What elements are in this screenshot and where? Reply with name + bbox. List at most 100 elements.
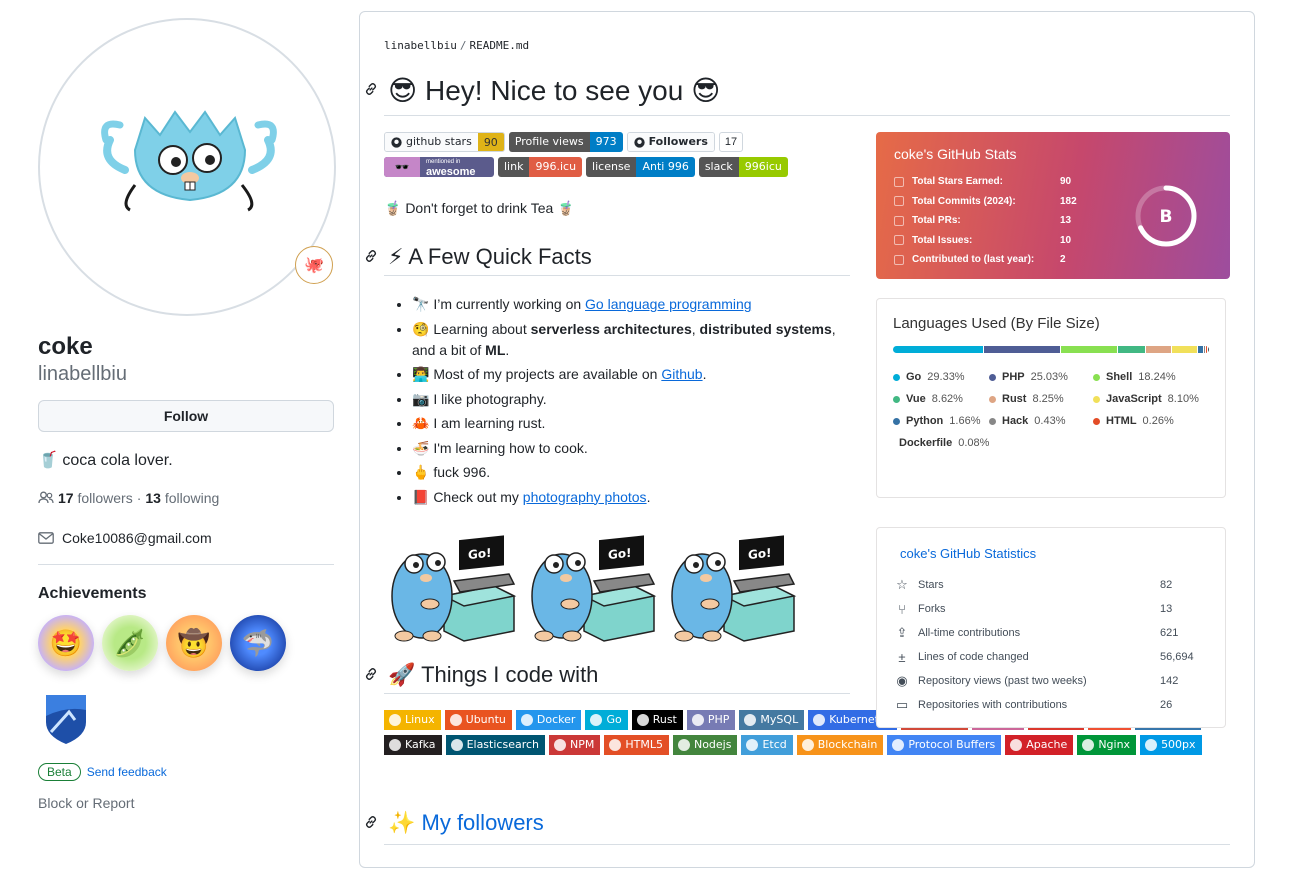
heading-anchor-icon[interactable] [364,249,380,266]
code-heading-text: 🚀 Things I code with [388,662,599,687]
tech-logo-icon [520,714,533,726]
following-link[interactable]: 13 following [145,490,219,506]
list-item: 🖕 fuck 996. [412,462,852,483]
tech-badge[interactable]: Apache [1005,735,1074,755]
mentioned-in-awesome-badge[interactable]: 🕶️ mentioned in awesome [384,157,494,177]
tech-logo-icon [590,714,603,726]
achievement-pair-extraordinaire-icon[interactable]: 🫛 [102,615,158,671]
go-programming-link[interactable]: Go language programming [585,296,752,312]
status-emoji[interactable]: 🐙 [295,246,333,284]
github-link[interactable]: Github [661,366,702,382]
tech-badge[interactable]: Rust [631,710,683,730]
tech-badge[interactable]: Elasticsearch [445,735,545,755]
tech-badge[interactable]: Etcd [741,735,793,755]
followers-badge[interactable]: Followers [626,132,715,152]
email-link[interactable]: Coke10086@gmail.com [62,530,212,546]
beta-pill: Beta [38,763,81,781]
heading-anchor-icon[interactable] [364,82,380,99]
link-badge-label: link [498,157,530,177]
readme-file-name: README.md [469,39,530,52]
github-stats-card: coke's GitHub Stats Total Stars Earned: 9… [876,132,1230,279]
gopher-crab-avatar-icon [101,110,277,212]
github-statistics-title[interactable]: coke's GitHub Statistics [900,546,1207,561]
tech-badge[interactable]: Blockchain [796,735,884,755]
shield-badges: github stars 90 Profile views 973 Follow… [384,132,854,177]
language-dot [893,395,900,403]
send-feedback-link[interactable]: Send feedback [87,765,167,779]
statistic-label: Lines of code changed [918,651,1029,663]
followers-link[interactable]: 17 followers [58,490,133,506]
people-icon [38,491,54,504]
block-or-report-link[interactable]: Block or Report [38,795,336,811]
profile-views-badge[interactable]: Profile views 973 [508,132,623,152]
tech-badge[interactable]: Linux [384,710,441,730]
language-bar-segment [1206,346,1208,353]
avatar-wrap: 🐙 [38,18,336,316]
gopher-images: Go! Go! Go! [384,526,802,644]
tech-badge[interactable]: MySQL [739,710,805,730]
facts-heading-text: ⚡ A Few Quick Facts [388,244,592,269]
achievement-starstruck-icon[interactable]: 🤩 [38,615,94,671]
tech-badge[interactable]: Docker [515,710,582,730]
fact-bold: ML [485,341,506,358]
heading-anchor-icon[interactable] [364,815,380,832]
language-percent: 0.08% [958,437,990,449]
fact-text: . [646,488,651,505]
statistic-label: Repository views (past two weeks) [918,675,1087,687]
follow-button[interactable]: Follow [38,400,334,432]
awesome-text: mentioned in awesome [420,157,476,177]
tech-badge-label: Go [606,713,622,726]
tech-badge[interactable]: HTML5 [604,735,669,755]
language-percent: 0.43% [1034,415,1066,427]
stat-label: Total Commits (2024): [912,195,1016,207]
link-badge[interactable]: link 996.icu [498,157,583,177]
language-percent: 8.25% [1032,393,1064,405]
followers-badge-label-wrap: Followers [627,133,714,151]
followers-heading[interactable]: ✨ My followers [364,810,544,836]
tech-badge[interactable]: Nodejs [672,735,738,755]
language-item: Go 29.33% [893,371,989,383]
statistic-value: 13 [1160,603,1173,615]
link-badge-value: 996.icu [529,157,583,177]
tech-logo-icon [449,714,462,726]
following-count: 13 [145,490,161,506]
tech-badge[interactable]: 500px [1140,735,1202,755]
language-item: Hack 0.43% [989,415,1093,427]
tech-badge-label: Kafka [405,738,436,751]
tech-logo-icon [609,739,622,751]
tech-badge[interactable]: Nginx [1077,735,1137,755]
language-bar-segment [893,346,983,353]
tech-badge[interactable]: Go [585,710,628,730]
language-item: Dockerfile 0.08% [893,437,989,449]
photography-link[interactable]: photography photos [523,489,647,505]
code-rule [384,693,850,694]
tech-badge[interactable]: Kafka [384,735,442,755]
github-stars-badge[interactable]: github stars 90 [384,132,505,152]
achievement-arctic-vault-icon[interactable] [38,687,94,751]
tech-badge[interactable]: Protocol Buffers [887,735,1002,755]
star-icon: ☆ [896,577,908,592]
tech-badge[interactable]: Ubuntu [444,710,512,730]
tech-logo-icon [1145,739,1158,751]
awesome-big: awesome [426,166,476,178]
separator-dot: · [136,490,142,506]
license-badge[interactable]: license Anti 996 [586,157,695,177]
achievement-pull-shark-icon[interactable]: 🦈 [230,615,286,671]
slack-badge[interactable]: slack 996icu [698,157,788,177]
stat-value: 182 [1060,195,1077,207]
tech-badge[interactable]: NPM [549,735,601,755]
language-item: JavaScript 8.10% [1093,393,1203,405]
readme-owner-link[interactable]: linabellbiu [384,39,457,52]
tech-logo-icon [746,739,759,751]
readme-path: linabellbiu / README.md [384,39,529,52]
gopher-laptop-icon: Go! [391,535,517,642]
tech-badge-label: Docker [536,713,576,726]
tech-badge[interactable]: PHP [686,710,736,730]
followers-heading-text: ✨ My followers [388,810,544,835]
achievement-yolo-icon[interactable]: 🤠 [166,615,222,671]
tech-badge-label: 500px [1161,738,1196,751]
tech-logo-icon [892,739,905,751]
heading-anchor-icon[interactable] [364,667,380,684]
avatar[interactable] [38,18,336,316]
list-item: 🧐 Learning about serverless architecture… [412,319,852,361]
